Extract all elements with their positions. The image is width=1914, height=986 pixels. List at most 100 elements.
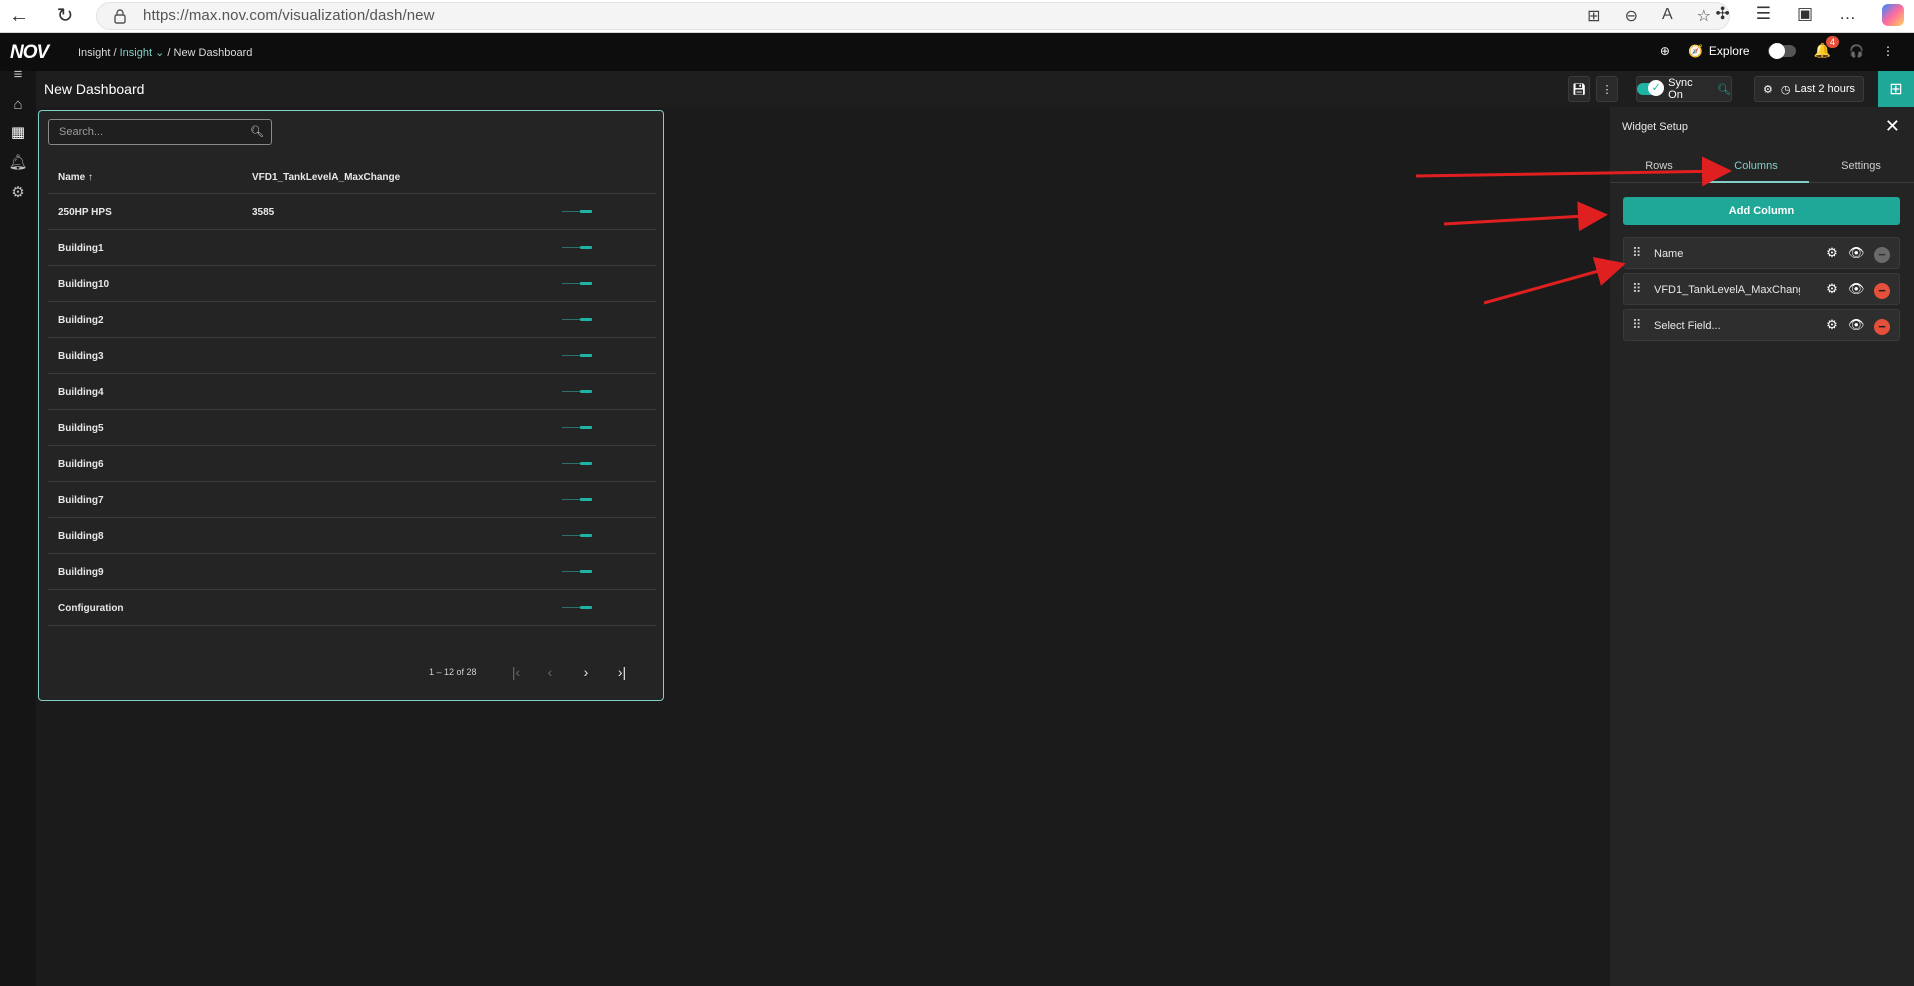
search-placeholder: Search... xyxy=(59,126,104,138)
favorite-star-icon[interactable]: ☆ xyxy=(1697,6,1711,26)
breadcrumb: Insight / Insight ⌄ / New Dashboard xyxy=(78,47,253,59)
support-headset-icon[interactable]: 🎧 xyxy=(1849,44,1864,58)
cell-name: Building10 xyxy=(58,279,110,290)
url-text: https://max.nov.com/visualization/dash/n… xyxy=(143,7,435,24)
column-item-label[interactable]: Select Field... xyxy=(1654,320,1800,332)
column-item-label[interactable]: Name xyxy=(1654,248,1800,260)
drag-handle-icon[interactable]: ⠿ xyxy=(1632,318,1642,332)
cell-name: Building6 xyxy=(58,459,104,470)
sparkline xyxy=(562,534,592,537)
search-input[interactable]: Search... 🔍︎ xyxy=(48,119,272,145)
last-page-icon[interactable]: ›| xyxy=(611,661,633,683)
settings-gear-icon[interactable]: ⚙ xyxy=(8,183,28,203)
tab-rows[interactable]: Rows xyxy=(1610,149,1708,183)
sparkline xyxy=(562,570,592,573)
eye-icon[interactable]: 👁︎ xyxy=(1848,317,1865,333)
gear-icon[interactable]: ⚙ xyxy=(1763,83,1773,96)
gear-icon[interactable]: ⚙ xyxy=(1824,281,1840,297)
previous-page-icon[interactable]: ‹ xyxy=(539,661,561,683)
browser-menu-icon[interactable]: … xyxy=(1839,4,1856,26)
close-icon[interactable]: ✕ xyxy=(1885,116,1900,137)
table-row[interactable]: Building9 xyxy=(48,554,656,590)
drag-handle-icon[interactable]: ⠿ xyxy=(1632,282,1642,296)
table-row[interactable]: Configuration xyxy=(48,590,656,626)
add-column-button[interactable]: Add Column xyxy=(1623,197,1900,225)
more-vertical-icon[interactable]: ⋮ xyxy=(1882,44,1894,58)
time-range-button[interactable]: ⚙ ◷ Last 2 hours xyxy=(1754,76,1864,102)
gear-icon[interactable]: ⚙ xyxy=(1824,317,1840,333)
app-grid-icon[interactable]: ⊞ xyxy=(1587,6,1600,26)
eye-icon[interactable]: 👁︎ xyxy=(1848,245,1865,261)
sync-toggle[interactable] xyxy=(1637,80,1665,96)
breadcrumb-root[interactable]: Insight xyxy=(78,47,110,59)
panel-title: Widget Setup xyxy=(1622,121,1689,133)
table-row[interactable]: Building5 xyxy=(48,410,656,446)
search-icon: 🔍︎ xyxy=(250,126,264,138)
remove-icon: − xyxy=(1874,247,1890,263)
table-row[interactable]: Building1 xyxy=(48,230,656,266)
alerts-bell-icon[interactable]: 🔔︎ xyxy=(8,153,28,173)
cell-name: Building3 xyxy=(58,351,104,362)
gear-icon[interactable]: ⚙ xyxy=(1824,245,1840,261)
table-row[interactable]: Building10 xyxy=(48,266,656,302)
table-widget[interactable]: Search... 🔍︎ Name ↑ VFD1_TankLevelA_MaxC… xyxy=(38,110,664,701)
back-arrow-icon[interactable]: ← xyxy=(6,4,32,28)
menu-collapse-icon[interactable]: ≡ xyxy=(8,65,28,85)
eye-icon[interactable]: 👁︎ xyxy=(1848,281,1865,297)
home-icon[interactable]: ⌂ xyxy=(8,95,28,115)
extensions-icon[interactable]: ✣ xyxy=(1715,4,1729,26)
breadcrumb-app-dropdown[interactable]: Insight xyxy=(120,47,152,59)
refresh-icon[interactable]: ↻ xyxy=(52,4,78,28)
sparkline xyxy=(562,282,592,285)
read-aloud-icon[interactable]: A xyxy=(1662,6,1673,26)
table-row[interactable]: Building3 xyxy=(48,338,656,374)
side-navigation: ≡ ⌂ ▦ 🔔︎ ⚙ xyxy=(0,66,36,986)
breadcrumb-page: New Dashboard xyxy=(173,47,253,59)
more-options-button[interactable]: ⋮ xyxy=(1596,76,1618,102)
next-page-icon[interactable]: › xyxy=(575,661,597,683)
notifications-button[interactable]: 🔔 4 xyxy=(1814,36,1840,59)
table-row[interactable]: Building4 xyxy=(48,374,656,410)
cell-name: Building7 xyxy=(58,495,104,506)
chevron-down-icon[interactable]: ⌄ xyxy=(152,47,164,59)
zoom-search-icon[interactable]: 🔍︎ xyxy=(1717,83,1731,96)
table-row[interactable]: Building2 xyxy=(48,302,656,338)
more-vertical-icon: ⋮ xyxy=(1601,83,1613,96)
column-header-name[interactable]: Name ↑ xyxy=(58,172,93,183)
theme-toggle[interactable] xyxy=(1767,42,1796,59)
collections-icon[interactable]: ▣ xyxy=(1797,4,1813,26)
zoom-out-icon[interactable]: ⊖ xyxy=(1625,6,1638,26)
column-item-label[interactable]: VFD1_TankLevelA_MaxChange xyxy=(1654,284,1800,296)
dashboard-icon[interactable]: ▦ xyxy=(8,123,28,143)
column-item[interactable]: ⠿ VFD1_TankLevelA_MaxChange ⚙ 👁︎ − xyxy=(1623,273,1900,305)
remove-icon[interactable]: − xyxy=(1874,319,1890,335)
table-row[interactable]: Building8 xyxy=(48,518,656,554)
favorites-list-icon[interactable]: ☰ xyxy=(1756,4,1771,26)
table-header: Name ↑ VFD1_TankLevelA_MaxChange xyxy=(48,161,656,194)
address-bar[interactable]: https://max.nov.com/visualization/dash/n… xyxy=(96,2,1730,30)
save-button[interactable]: 💾︎ xyxy=(1568,76,1590,102)
table-row[interactable]: Building7 xyxy=(48,482,656,518)
explore-button[interactable]: 🧭 Explore xyxy=(1688,44,1750,58)
tab-columns[interactable]: Columns xyxy=(1703,149,1809,183)
tab-settings[interactable]: Settings xyxy=(1812,149,1910,183)
column-item[interactable]: ⠿ Name ⚙ 👁︎ − xyxy=(1623,237,1900,269)
widget-setup-toggle-button[interactable]: ⊞ xyxy=(1878,71,1914,107)
first-page-icon[interactable]: |‹ xyxy=(505,661,527,683)
pagination: 1 – 12 of 28 |‹ ‹ › ›| xyxy=(429,659,659,685)
copilot-icon[interactable] xyxy=(1882,4,1904,26)
column-item[interactable]: ⠿ Select Field... ⚙ 👁︎ − xyxy=(1623,309,1900,341)
table-row[interactable]: 250HP HPS 3585 xyxy=(48,194,656,230)
remove-icon[interactable]: − xyxy=(1874,283,1890,299)
drag-handle-icon[interactable]: ⠿ xyxy=(1632,246,1642,260)
cell-name: Building5 xyxy=(58,423,104,434)
sync-toggle-button[interactable]: Sync On 🔍︎ xyxy=(1636,76,1732,102)
widget-setup-panel: Widget Setup ✕ Rows Columns Settings Add… xyxy=(1610,107,1914,986)
cell-name: 250HP HPS xyxy=(58,207,112,218)
download-icon[interactable]: ⊕ xyxy=(1660,44,1670,58)
sparkline xyxy=(562,246,592,249)
notification-badge: 4 xyxy=(1826,36,1840,48)
column-header-vfd1[interactable]: VFD1_TankLevelA_MaxChange xyxy=(252,172,400,183)
table-row[interactable]: Building6 xyxy=(48,446,656,482)
nov-logo[interactable]: NOV xyxy=(10,42,49,64)
